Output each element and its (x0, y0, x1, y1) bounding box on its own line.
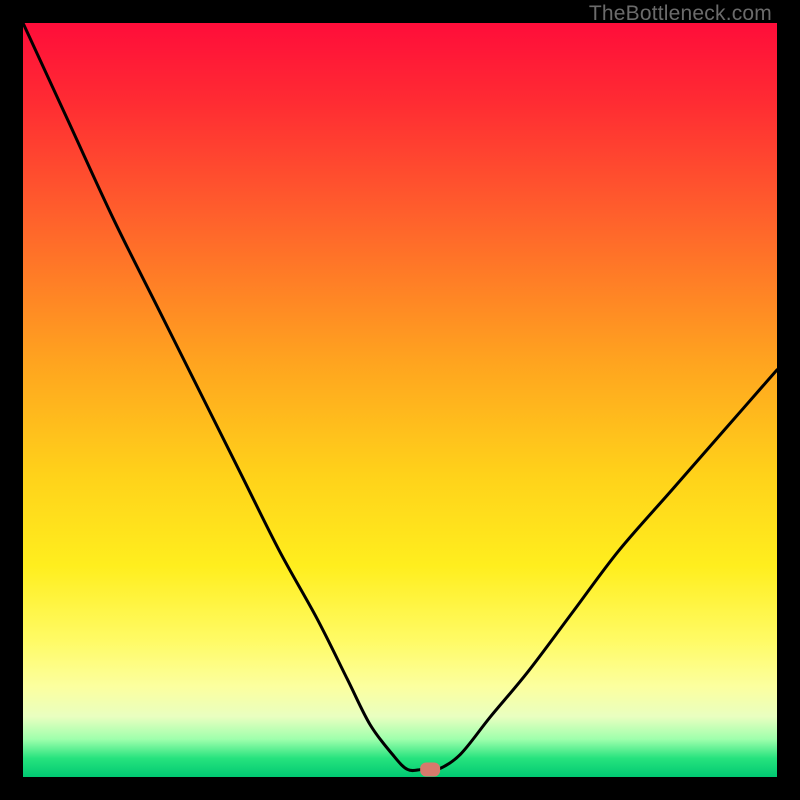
plot-area (23, 23, 777, 777)
watermark-text: TheBottleneck.com (589, 2, 772, 26)
curve-svg (23, 23, 777, 777)
chart-frame: TheBottleneck.com (0, 0, 800, 800)
optimal-marker (420, 762, 440, 776)
bottleneck-curve (23, 23, 777, 771)
